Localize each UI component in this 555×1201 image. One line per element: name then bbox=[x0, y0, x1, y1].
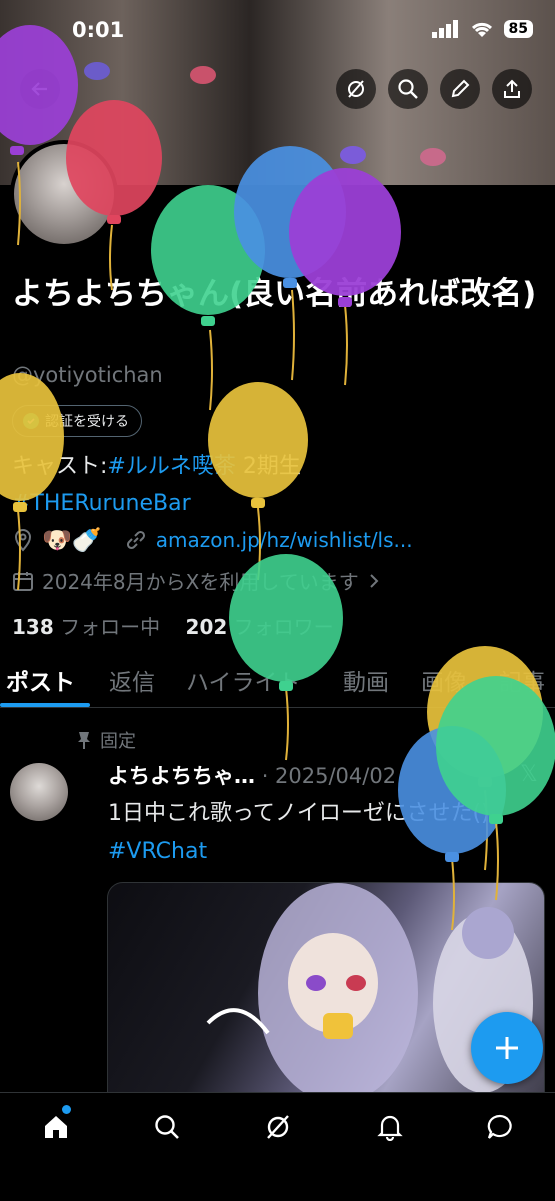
nav-search[interactable] bbox=[149, 1109, 185, 1145]
nav-home[interactable] bbox=[38, 1109, 74, 1145]
search-button[interactable] bbox=[388, 69, 428, 109]
followers-count: 202 bbox=[185, 615, 228, 639]
tab-images[interactable]: 画像 bbox=[421, 663, 467, 697]
profile-bio: キャスト:#ルルネ喫茶 2期生 #THERuruneBar bbox=[12, 448, 301, 522]
wifi-icon bbox=[471, 22, 492, 37]
signal-icon bbox=[431, 20, 458, 38]
follow-stats: 138 フォロー中 202 フォロワー bbox=[12, 611, 334, 640]
nav-grok[interactable] bbox=[260, 1109, 296, 1145]
profile-avatar[interactable] bbox=[10, 140, 118, 248]
battery-indicator: 85 bbox=[503, 20, 533, 38]
home-icon bbox=[45, 1116, 67, 1138]
nav-notifications[interactable] bbox=[372, 1109, 408, 1145]
media-illustration bbox=[206, 883, 533, 1103]
bell-icon bbox=[377, 1115, 403, 1141]
plus-icon bbox=[496, 1037, 518, 1059]
active-tab-indicator bbox=[0, 703, 90, 707]
bottom-navigation bbox=[0, 1092, 555, 1201]
nav-messages[interactable] bbox=[482, 1109, 518, 1145]
bio-hashtag-link[interactable]: #THERuruneBar bbox=[12, 491, 191, 516]
profile-handle: @yotiyotichan bbox=[12, 363, 163, 387]
post-text: 1日中これ歌ってノイローゼにさせた() #VRChat bbox=[108, 795, 548, 871]
banner-eye bbox=[420, 148, 446, 166]
post-author-name[interactable]: よちよちちゃ… bbox=[108, 764, 255, 788]
post-author-avatar[interactable] bbox=[10, 763, 68, 821]
pin-icon bbox=[78, 732, 90, 749]
following-count: 138 bbox=[12, 615, 54, 639]
tab-highlights[interactable]: ハイライト bbox=[186, 663, 301, 697]
post-date[interactable]: · 2025/04/02 bbox=[262, 764, 396, 788]
profile-meta-location: 🐶🍼 amazon.jp/hz/wishlist/ls... bbox=[12, 526, 413, 554]
tab-posts[interactable]: ポスト bbox=[6, 663, 75, 697]
post-header: よちよちちゃ… · 2025/04/02 bbox=[108, 760, 396, 790]
verified-badge-icon bbox=[23, 413, 39, 429]
home-notification-dot bbox=[62, 1105, 71, 1114]
calendar-icon bbox=[13, 571, 33, 591]
profile-name: よちよちちゃん(良い名前あれば改名) bbox=[12, 276, 537, 312]
get-verified-button[interactable]: 認証を受ける bbox=[12, 405, 142, 437]
bio-suffix: 2期生 bbox=[235, 454, 301, 479]
following-label: フォロー中 bbox=[60, 615, 161, 639]
location-text: 🐶🍼 bbox=[42, 526, 102, 554]
bio-hashtag-link[interactable]: #ルルネ喫茶 bbox=[107, 454, 235, 479]
grok-icon bbox=[267, 1115, 289, 1139]
back-button[interactable] bbox=[20, 69, 60, 109]
edit-button[interactable] bbox=[440, 69, 480, 109]
arrow-left-icon bbox=[31, 82, 47, 96]
followers-link[interactable]: 202 フォロワー bbox=[186, 615, 334, 639]
pinned-label: 固定 bbox=[100, 731, 136, 752]
share-button[interactable] bbox=[492, 69, 532, 109]
followers-label: フォロワー bbox=[233, 615, 334, 639]
status-time: 0:01 bbox=[72, 18, 125, 42]
x-logo-icon: 𝕏 bbox=[520, 762, 538, 787]
joined-text: 2024年8月からXを利用しています bbox=[42, 570, 359, 594]
tab-replies[interactable]: 返信 bbox=[109, 663, 155, 697]
pinned-indicator: 固定 bbox=[76, 727, 136, 753]
link-icon bbox=[126, 530, 145, 550]
profile-tabs: ポスト 返信 ハイライト 動画 画像 記事 bbox=[0, 655, 555, 708]
tab-videos[interactable]: 動画 bbox=[343, 663, 389, 697]
banner-eye bbox=[340, 146, 366, 164]
profile-meta-joined: 2024年8月からXを利用しています bbox=[12, 566, 381, 595]
pencil-icon bbox=[451, 79, 470, 98]
post-media-image[interactable] bbox=[107, 882, 545, 1109]
bio-prefix: キャスト: bbox=[12, 454, 108, 479]
post-hashtag-link[interactable]: #VRChat bbox=[108, 839, 207, 864]
banner-eye bbox=[84, 62, 110, 80]
compose-button[interactable] bbox=[471, 1012, 543, 1084]
grok-icon bbox=[348, 80, 364, 98]
search-icon bbox=[398, 79, 418, 99]
post-body: 1日中これ歌ってノイローゼにさせた() bbox=[108, 801, 490, 826]
tab-articles[interactable]: 記事 bbox=[499, 663, 545, 697]
grok-button[interactable] bbox=[336, 69, 376, 109]
website-link[interactable]: amazon.jp/hz/wishlist/ls... bbox=[156, 528, 413, 552]
status-bar: 0:01 85 bbox=[0, 0, 555, 64]
chevron-right-icon[interactable] bbox=[367, 572, 381, 590]
share-icon bbox=[504, 79, 520, 98]
status-icons: 85 bbox=[431, 20, 533, 38]
chat-bubble-icon bbox=[487, 1114, 512, 1139]
search-icon bbox=[155, 1115, 179, 1139]
following-link[interactable]: 138 フォロー中 bbox=[12, 615, 160, 639]
banner-eye bbox=[190, 66, 216, 84]
get-verified-label: 認証を受ける bbox=[45, 414, 129, 430]
location-pin-icon bbox=[14, 529, 32, 552]
